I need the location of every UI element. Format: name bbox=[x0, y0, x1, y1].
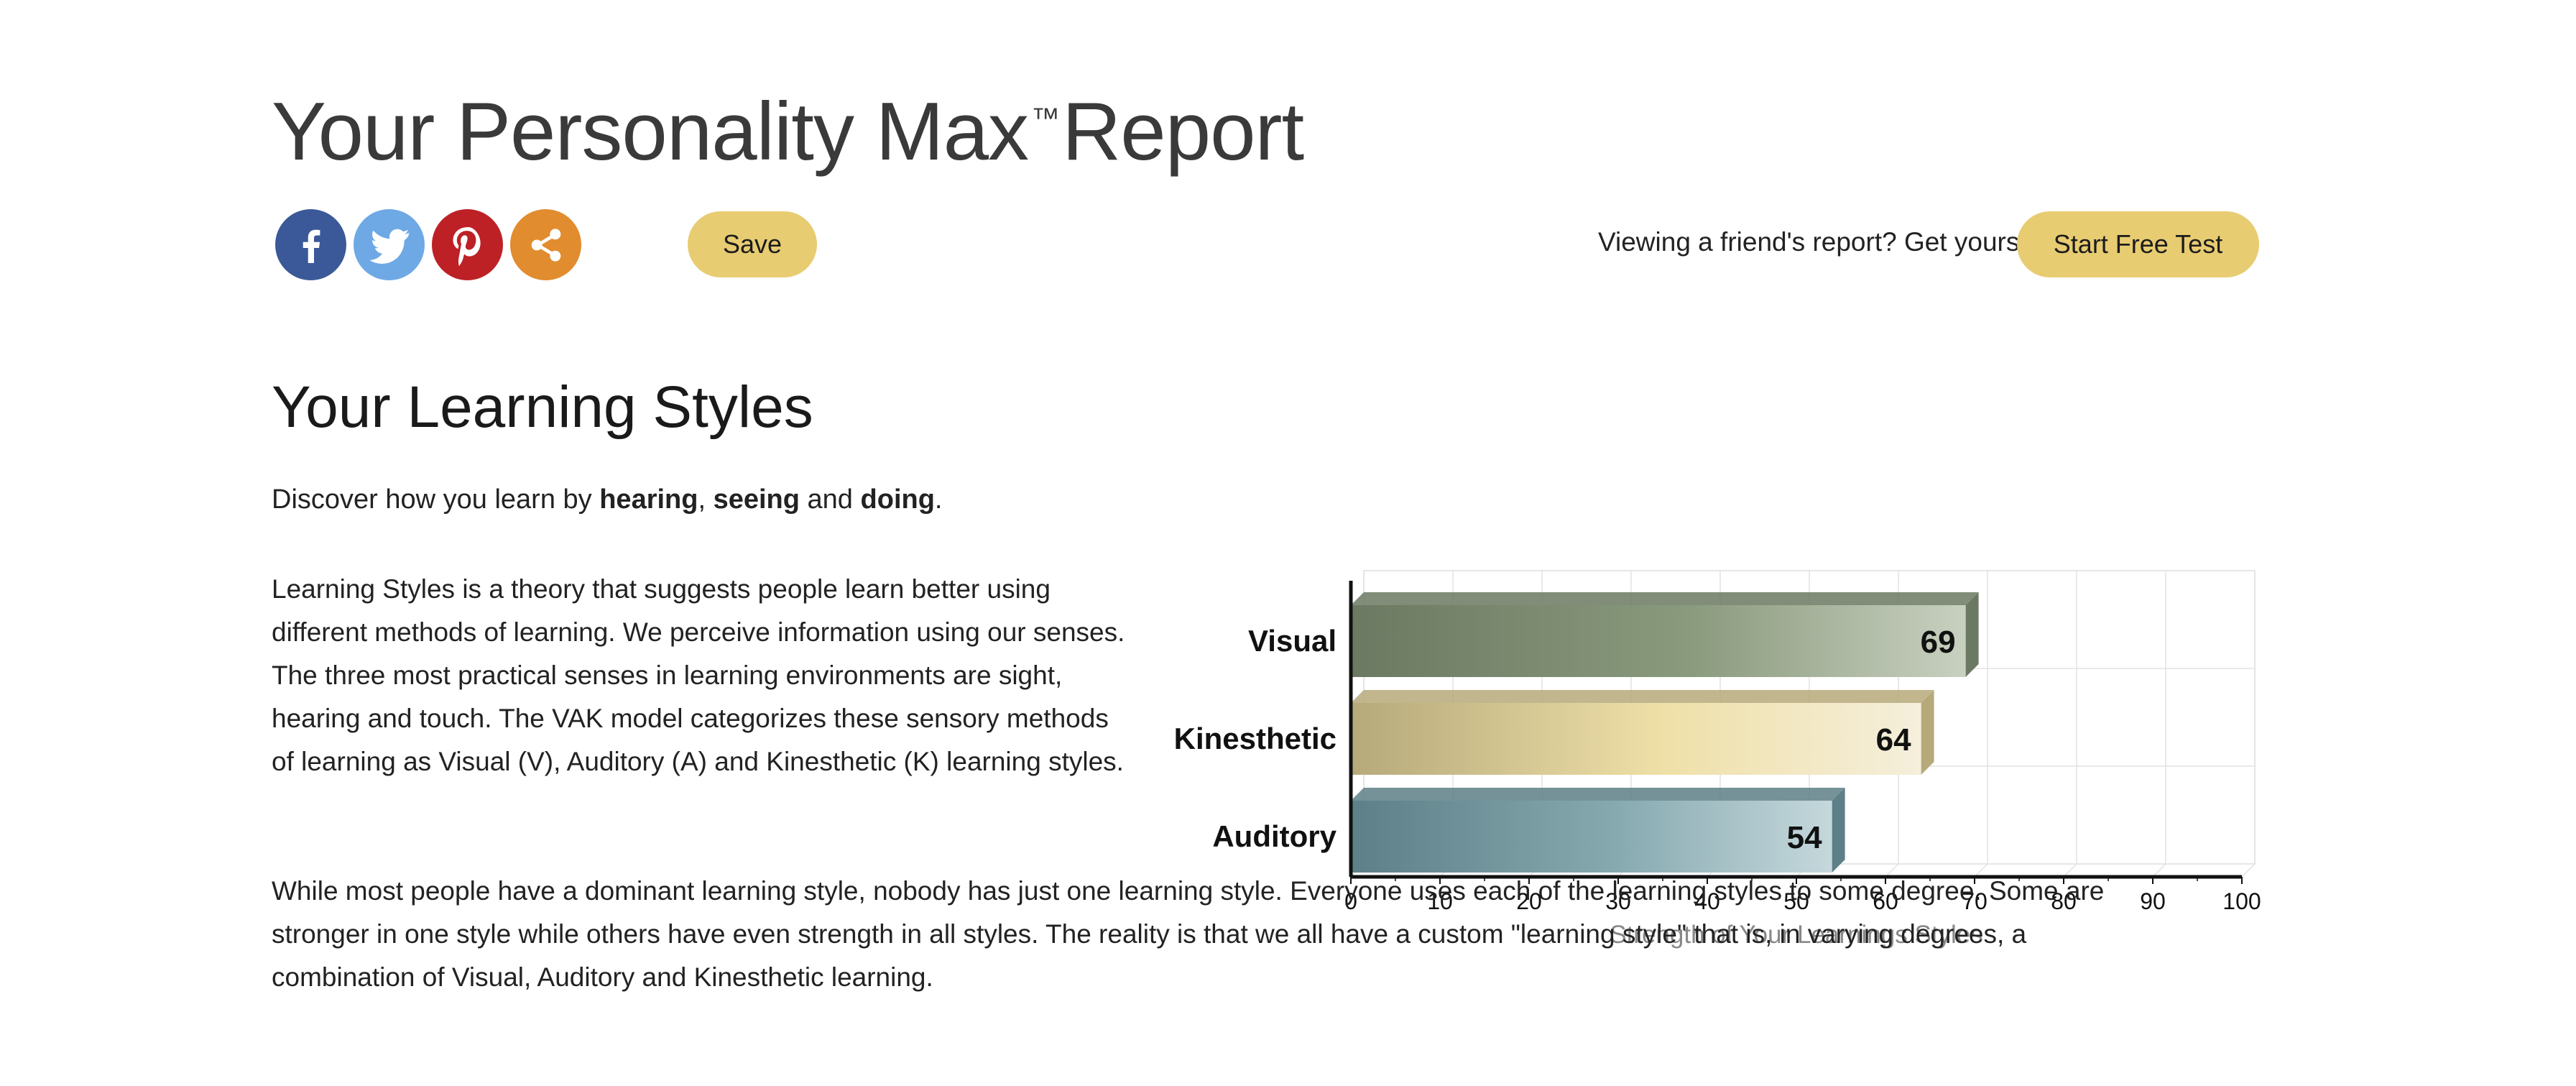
friend-report-note: Viewing a friend's report? Get yours! bbox=[1598, 227, 2027, 257]
share-icon bbox=[531, 228, 560, 262]
bar-kinesthetic bbox=[1351, 703, 1921, 775]
category-label: Kinesthetic bbox=[1174, 722, 1337, 755]
intro-seeing: seeing bbox=[713, 484, 800, 515]
bar-side-kinesthetic bbox=[1921, 690, 1934, 775]
twitter-icon bbox=[369, 229, 409, 264]
social-share-bar bbox=[275, 209, 581, 280]
start-free-test-button[interactable]: Start Free Test bbox=[2017, 211, 2259, 277]
grid-line bbox=[2241, 863, 2256, 878]
bar-value-label: 54 bbox=[1787, 820, 1822, 855]
paragraph-learning-styles: Learning Styles is a theory that suggest… bbox=[272, 574, 1125, 776]
twitter-button[interactable] bbox=[354, 209, 425, 280]
bar-side-auditory bbox=[1832, 788, 1845, 873]
category-label: Auditory bbox=[1212, 819, 1337, 853]
bar-value-label: 69 bbox=[1921, 625, 1956, 660]
save-button[interactable]: Save bbox=[688, 211, 817, 277]
trademark-symbol: ™ bbox=[1030, 103, 1060, 134]
intro-period: . bbox=[934, 484, 943, 515]
bar-visual bbox=[1351, 605, 1966, 677]
intro-comma: , bbox=[698, 484, 714, 515]
grid-line bbox=[2152, 863, 2166, 878]
intro-text: Discover how you learn by hearing, seein… bbox=[272, 484, 942, 515]
paragraph-dominant-style: While most people have a dominant learni… bbox=[272, 876, 2105, 992]
pinterest-button[interactable] bbox=[432, 209, 503, 280]
bar-value-label: 64 bbox=[1876, 722, 1911, 758]
bar-side-visual bbox=[1965, 592, 1979, 677]
x-tick-label: 100 bbox=[2222, 888, 2261, 914]
title-main: Your Personality Max bbox=[272, 86, 1029, 178]
bar-auditory bbox=[1351, 801, 1832, 873]
bar-top-kinesthetic bbox=[1351, 690, 1934, 703]
intro-prefix: Discover how you learn by bbox=[272, 484, 600, 515]
share-button[interactable] bbox=[510, 209, 581, 280]
x-tick-label: 90 bbox=[2140, 888, 2166, 914]
bar-top-visual bbox=[1351, 592, 1979, 605]
section-title: Your Learning Styles bbox=[272, 374, 813, 440]
intro-doing: doing bbox=[860, 484, 935, 515]
intro-and: and bbox=[799, 484, 861, 515]
bar-top-auditory bbox=[1351, 788, 1845, 801]
facebook-icon bbox=[303, 229, 320, 263]
category-label: Visual bbox=[1248, 624, 1337, 658]
pinterest-icon bbox=[453, 226, 481, 266]
title-end: Report bbox=[1061, 86, 1304, 178]
intro-hearing: hearing bbox=[599, 484, 698, 515]
page-title: Your Personality Max ™Report bbox=[272, 85, 1304, 179]
facebook-button[interactable] bbox=[275, 209, 346, 280]
